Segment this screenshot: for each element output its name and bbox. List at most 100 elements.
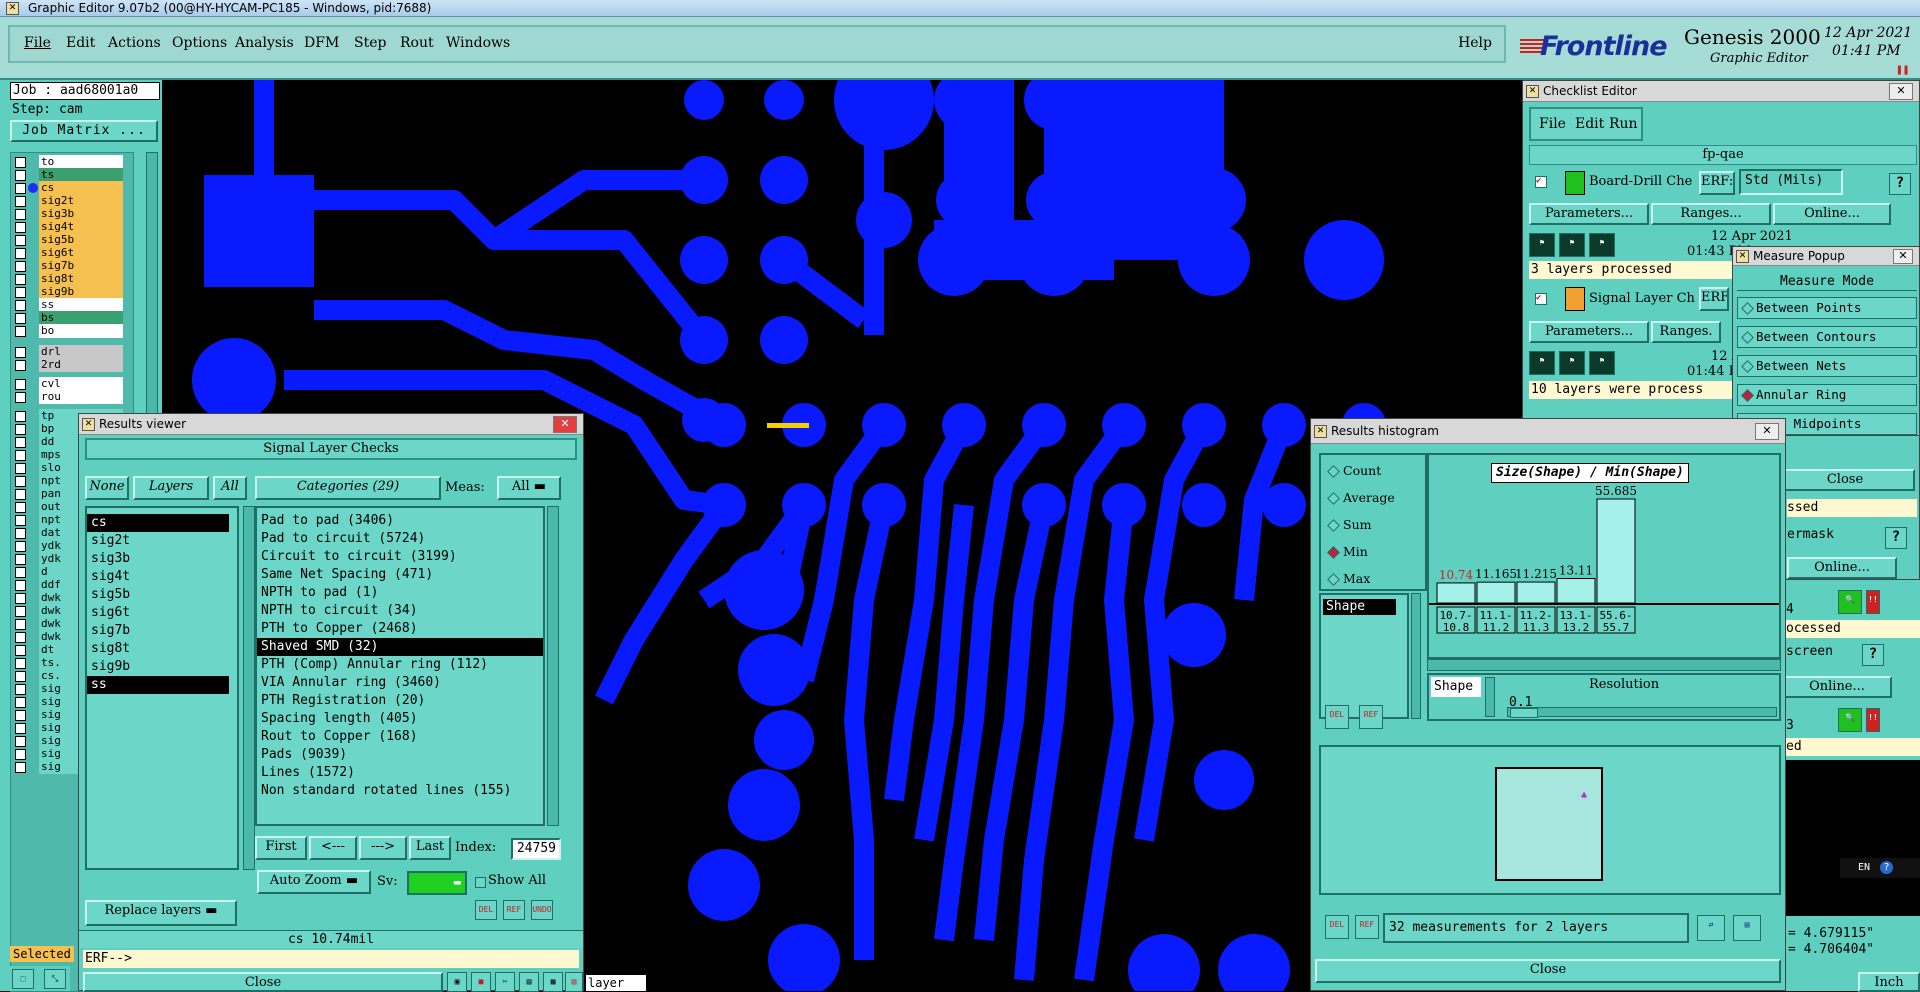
zoom-icon[interactable]: 🔍 [1838, 708, 1862, 732]
measure-mode-option[interactable]: Between Contours [1737, 326, 1917, 348]
results-close-button[interactable]: Close [83, 972, 443, 992]
check-item1-online[interactable]: Online... [1773, 203, 1891, 225]
results-layer-item[interactable]: sig2t [87, 532, 229, 550]
alert-icon[interactable]: !! [1866, 708, 1880, 732]
fragment-online-2[interactable]: Online... [1782, 676, 1892, 698]
run-icon[interactable]: ⚑ [1589, 351, 1615, 375]
layer-checkbox[interactable] [15, 360, 26, 371]
menu-analysis[interactable]: Analysis [235, 35, 294, 51]
prev-button[interactable]: <--- [309, 836, 357, 860]
chart-scrollbar[interactable] [1427, 659, 1781, 671]
erf-field[interactable]: ERF--> [83, 950, 579, 968]
histogram-bar[interactable] [1436, 582, 1476, 604]
layer-row[interactable]: bo [11, 324, 131, 338]
category-scrollbar[interactable] [547, 506, 559, 826]
layer-checkbox[interactable] [15, 632, 26, 643]
checklist-menu-edit[interactable]: Edit [1575, 116, 1604, 132]
layer-row[interactable]: sig6t [11, 246, 131, 260]
layer-checkbox[interactable] [15, 749, 26, 760]
checklist-menu-file[interactable]: File [1539, 116, 1566, 132]
check-item1-std[interactable]: Std (Mils) [1739, 169, 1843, 195]
tool-icon-3[interactable]: ✂ [495, 972, 515, 992]
layer-checkbox[interactable] [15, 235, 26, 246]
menu-step[interactable]: Step [354, 35, 386, 51]
select-tool-icon[interactable]: ⬚ [12, 969, 34, 989]
results-layer-item[interactable]: sig3b [87, 550, 229, 568]
histogram-close-button[interactable]: Close [1315, 959, 1781, 983]
layer-checkbox[interactable] [15, 450, 26, 461]
histogram-bar[interactable] [1476, 581, 1516, 604]
tool-icon-4[interactable]: ▤ [519, 972, 539, 992]
resolution-scrollbar[interactable] [1485, 677, 1495, 717]
layer-checkbox[interactable] [15, 515, 26, 526]
first-button[interactable]: First [255, 836, 307, 860]
shape-button[interactable]: Shape [1431, 677, 1481, 697]
layer-checkbox[interactable] [15, 379, 26, 390]
menu-options[interactable]: Options [172, 35, 227, 51]
next-button[interactable]: ---> [359, 836, 407, 860]
check-item2-erf[interactable]: ERF [1699, 287, 1729, 311]
layer-row[interactable]: ts [11, 168, 131, 182]
category-item[interactable]: Lines (1572) [257, 764, 543, 782]
run-icon[interactable]: ⚑ [1589, 233, 1615, 257]
histogram-bar[interactable] [1516, 581, 1556, 604]
tool-icon-5[interactable]: ▦ [543, 972, 563, 992]
category-item[interactable]: PTH Registration (20) [257, 692, 543, 710]
layer-checkbox[interactable] [15, 723, 26, 734]
layer-row[interactable]: 2rd [11, 358, 131, 372]
category-item[interactable]: Shaved SMD (32) [257, 638, 543, 656]
layer-row[interactable]: rou [11, 390, 131, 404]
del-icon[interactable]: DEL [1325, 915, 1349, 939]
category-item[interactable]: NPTH to pad (1) [257, 584, 543, 602]
check-item2-checkbox[interactable]: ✔ [1535, 293, 1547, 305]
layer-checkbox[interactable] [15, 196, 26, 207]
show-all-checkbox[interactable] [475, 877, 486, 888]
layer-checkbox[interactable] [15, 736, 26, 747]
del-icon[interactable]: DEL [475, 900, 497, 920]
layer-row[interactable]: sig5b [11, 233, 131, 247]
close-icon[interactable]: ✕ [1893, 249, 1913, 264]
index-field[interactable]: 24759 [511, 838, 561, 860]
layer-row[interactable]: sig7b [11, 259, 131, 273]
layer-checkbox[interactable] [15, 157, 26, 168]
del-icon[interactable]: DEL [1325, 705, 1349, 729]
results-viewer-titlebar[interactable]: ✕ Results viewer ✕ [79, 414, 583, 435]
sv-color-picker[interactable]: ▬ [407, 871, 467, 895]
layer-row[interactable]: sig4t [11, 220, 131, 234]
menu-file[interactable]: File [24, 35, 51, 51]
check-item2-ranges[interactable]: Ranges. [1651, 321, 1721, 343]
help-icon[interactable]: ? [1862, 644, 1884, 666]
layer-checkbox[interactable] [15, 684, 26, 695]
layer-checkbox[interactable] [15, 287, 26, 298]
layer-checkbox[interactable] [15, 658, 26, 669]
shape-list[interactable]: Shape [1319, 593, 1409, 719]
histogram-titlebar[interactable]: ✕ Results histogram ✕ [1311, 419, 1785, 444]
resolution-slider[interactable] [1507, 707, 1777, 718]
results-layer-item[interactable]: sig6t [87, 604, 229, 622]
layers-button[interactable]: Layers [133, 476, 209, 500]
menu-rout[interactable]: Rout [400, 35, 434, 51]
measure-popup-titlebar[interactable]: ✕ Measure Popup ✕ [1733, 247, 1919, 266]
histogram-option[interactable]: Count [1327, 461, 1381, 481]
histogram-option[interactable]: Sum [1327, 515, 1371, 535]
category-item[interactable]: VIA Annular ring (3460) [257, 674, 543, 692]
category-item[interactable]: Spacing length (405) [257, 710, 543, 728]
help-icon[interactable]: ? [1889, 173, 1911, 195]
tool-icon-6[interactable]: ▥ [565, 972, 583, 992]
category-item[interactable]: PTH (Comp) Annular ring (112) [257, 656, 543, 674]
ref-icon[interactable]: REF [1355, 915, 1379, 939]
category-item[interactable]: NPTH to circuit (34) [257, 602, 543, 620]
run-icon[interactable]: ⚑ [1529, 351, 1555, 375]
category-list[interactable]: Pad to pad (3406) Pad to circuit (5724) Ci… [255, 506, 545, 826]
category-item[interactable]: Rout to Copper (168) [257, 728, 543, 746]
results-layer-item[interactable]: sig7b [87, 622, 229, 640]
layer-checkbox[interactable] [15, 437, 26, 448]
menu-windows[interactable]: Windows [446, 35, 510, 51]
check-item2-params[interactable]: Parameters... [1529, 321, 1649, 343]
category-item[interactable]: Pad to circuit (5724) [257, 530, 543, 548]
menu-edit[interactable]: Edit [66, 35, 95, 51]
help-icon[interactable]: ? [1885, 527, 1907, 549]
layer-checkbox[interactable] [15, 645, 26, 656]
check-item1-checkbox[interactable]: ✔ [1535, 176, 1547, 188]
layer-results-scrollbar[interactable] [243, 506, 255, 870]
